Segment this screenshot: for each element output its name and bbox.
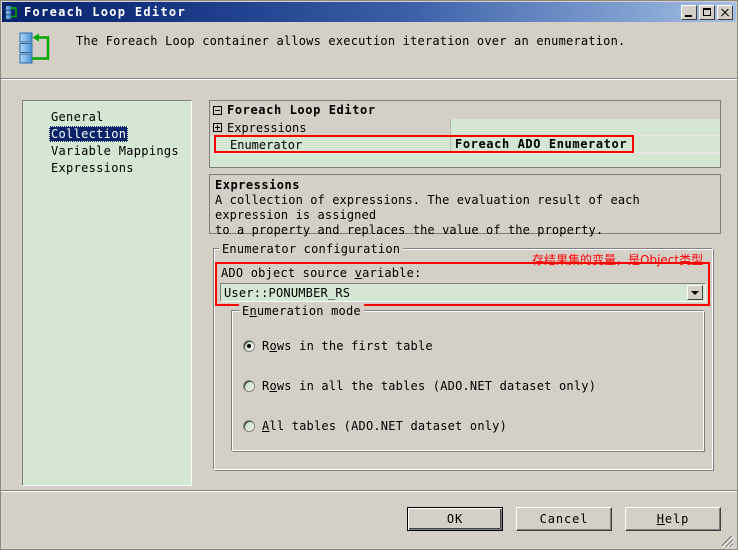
sidebar-item-general[interactable]: General [23,106,191,124]
radio-rows-in-first-table[interactable]: Rows in the first table [243,339,433,353]
title-bar[interactable]: Foreach Loop Editor [2,2,736,22]
property-name-label: Enumerator [230,137,303,152]
property-name-cell[interactable]: Expressions [210,119,450,136]
radio-button-icon[interactable] [243,380,255,392]
property-description-pane: Expressions A collection of expressions.… [209,174,721,237]
ado-object-source-variable-combobox[interactable]: User::PONUMBER_RS [220,283,706,302]
foreach-loop-editor-dialog: Foreach Loop Editor The Foreach Loop con… [0,0,738,550]
resize-grip-icon[interactable] [720,533,734,548]
table-row[interactable]: Expressions [210,119,720,136]
sidebar-item-expressions[interactable]: Expressions [23,157,191,175]
window-controls [681,4,733,20]
radio-label: Rows in all the tables (ADO.NET dataset … [262,379,597,393]
radio-label: All tables (ADO.NET dataset only) [262,419,508,433]
description-line-2: to a property and replaces the value of … [215,223,604,237]
banner-description: The Foreach Loop container allows execut… [76,34,626,48]
sidebar-item-label: Expressions [51,161,134,175]
radio-label: Rows in the first table [262,339,433,353]
property-name-cell[interactable]: Enumerator [210,136,450,153]
property-grid-header[interactable]: Foreach Loop Editor [210,101,720,119]
table-row[interactable]: Enumerator Foreach ADO Enumerator [210,136,720,153]
maximize-button[interactable] [699,4,715,20]
sidebar-item-variable-mappings[interactable]: Variable Mappings [23,140,191,158]
foreach-loop-large-icon [18,31,62,67]
dialog-banner: The Foreach Loop container allows execut… [2,22,736,78]
minimize-button[interactable] [681,4,697,20]
window-title: Foreach Loop Editor [24,5,186,19]
radio-button-icon[interactable] [243,340,255,352]
chevron-down-icon[interactable] [687,285,703,300]
property-value-cell[interactable] [450,119,720,136]
sidebar-item-collection[interactable]: Collection [23,123,191,142]
property-value-cell[interactable]: Foreach ADO Enumerator [450,136,720,153]
foreach-loop-icon [5,5,20,20]
banner-divider [1,78,737,80]
ado-variable-selected-value: User::PONUMBER_RS [224,285,351,300]
ok-button[interactable]: OK [407,507,503,531]
ado-object-source-variable-label: ADO object source variable: [221,266,422,280]
description-line-1: A collection of expressions. The evaluat… [215,193,640,222]
chinese-annotation-text: 存结果集的变量，是Object类型 [532,253,704,267]
close-button[interactable] [717,4,733,20]
cancel-button[interactable]: Cancel [516,507,612,531]
plus-box-icon[interactable] [213,123,222,132]
radio-all-tables[interactable]: All tables (ADO.NET dataset only) [243,419,507,433]
description-title: Expressions [215,178,300,192]
footer-divider [1,490,737,492]
help-button[interactable]: Help [625,507,721,531]
property-grid[interactable]: Foreach Loop Editor Expressions Enumerat… [209,100,721,168]
enumerator-configuration-legend: Enumerator configuration [219,242,404,256]
property-name-label: Expressions [227,120,307,135]
property-grid-header-label: Foreach Loop Editor [227,103,376,117]
enumeration-mode-legend: Enumeration mode [239,304,364,318]
radio-rows-in-all-tables[interactable]: Rows in all the tables (ADO.NET dataset … [243,379,596,393]
radio-button-icon[interactable] [243,420,255,432]
sidebar-nav-panel[interactable]: General Collection Variable Mappings Exp… [22,100,192,486]
property-grid-filler [210,153,720,167]
minus-box-icon[interactable] [213,105,222,115]
